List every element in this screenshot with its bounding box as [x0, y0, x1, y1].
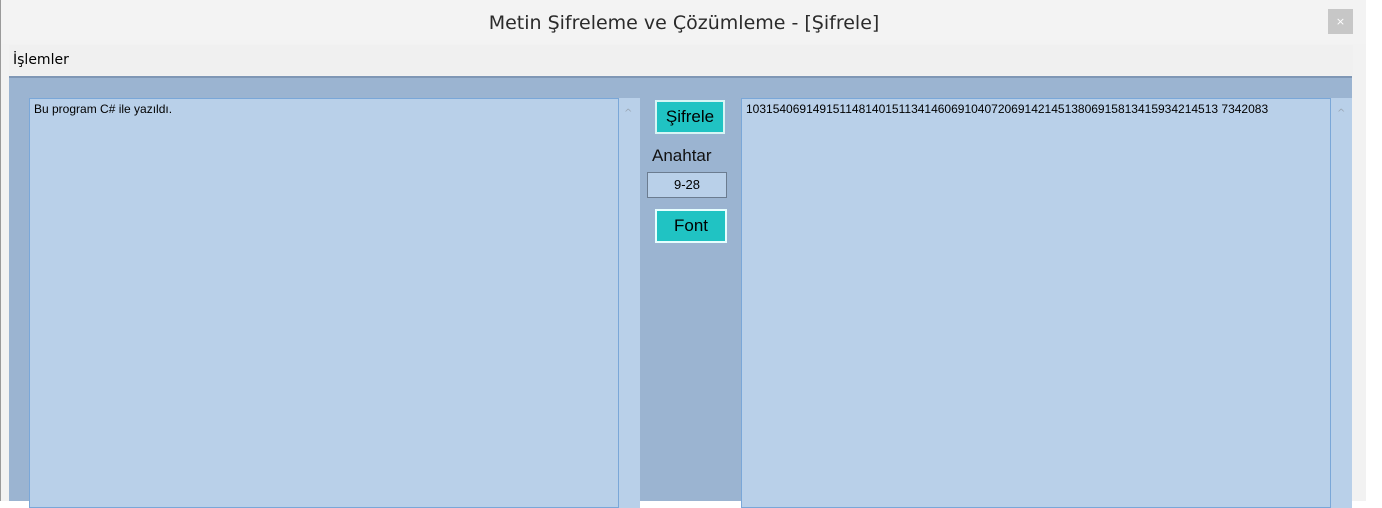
font-button[interactable]: Font — [655, 209, 727, 243]
app-window: Metin Şifreleme ve Çözümleme - [Şifrele]… — [0, 0, 1367, 508]
scroll-up-icon[interactable]: ^ — [1337, 108, 1345, 119]
window-title: Metin Şifreleme ve Çözümleme - [Şifrele] — [488, 12, 880, 34]
output-textbox[interactable]: 1031540691491511481401511341460691040720… — [741, 98, 1331, 508]
close-button[interactable]: × — [1328, 9, 1353, 34]
title-bar[interactable]: Metin Şifreleme ve Çözümleme - [Şifrele]… — [1, 0, 1367, 44]
encrypt-button[interactable]: Şifrele — [655, 100, 725, 134]
key-field[interactable]: 9-28 — [647, 172, 727, 198]
close-icon: × — [1335, 15, 1346, 28]
menu-bar: İşlemler — [9, 45, 1353, 75]
background-strip — [1366, 0, 1382, 501]
key-label: Anahtar — [652, 146, 712, 165]
input-textbox[interactable]: Bu program C# ile yazıldı. — [29, 98, 619, 508]
output-scrollbar[interactable] — [1331, 98, 1352, 508]
scroll-up-icon[interactable]: ^ — [624, 108, 632, 119]
menu-islemler[interactable]: İşlemler — [13, 52, 69, 68]
client-area: Bu program C# ile yazıldı. ^ Şifrele Ana… — [9, 76, 1352, 508]
input-scrollbar[interactable] — [619, 98, 640, 508]
